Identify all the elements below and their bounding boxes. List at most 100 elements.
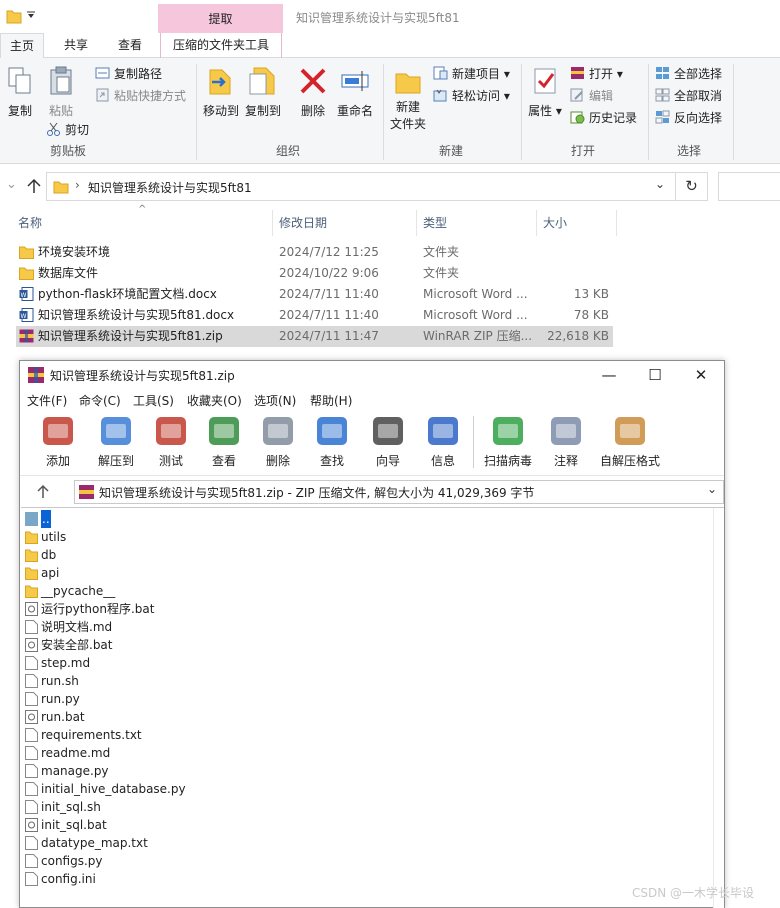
add-archive-icon xyxy=(43,417,73,445)
paste-shortcut-button[interactable]: 粘贴快捷方式 xyxy=(95,87,186,104)
tab-home[interactable]: 主页 xyxy=(0,33,44,59)
column-header-date[interactable]: 修改日期 xyxy=(279,212,327,236)
breadcrumb-separator-icon: › xyxy=(75,178,80,192)
winrar-file-list: .. utils db api __pycache__ 运行python程序.bat 说明文… xyxy=(21,507,724,908)
tab-share[interactable]: 共享 xyxy=(52,33,100,58)
toolbar-button-virus-scan[interactable]: 扫描病毒 xyxy=(481,414,535,469)
file-icon xyxy=(25,674,38,688)
file-row[interactable]: 数据库文件 2024/10/22 9:06 文件夹 xyxy=(16,263,613,284)
wizard-wand-icon xyxy=(373,417,403,445)
select-none-button[interactable]: 全部取消 xyxy=(655,87,722,104)
tab-compressed-folder-tools[interactable]: 压缩的文件夹工具 xyxy=(160,33,282,58)
history-button[interactable]: 历史记录 xyxy=(570,109,637,126)
new-item-button[interactable]: 新建项目 ▾ xyxy=(433,65,510,82)
address-bar[interactable]: › 知识管理系统设计与实现5ft81 ⌄ xyxy=(46,172,676,201)
cut-button[interactable]: 剪切 xyxy=(46,121,89,138)
properties-button[interactable]: 属性 ▾ xyxy=(528,66,562,119)
svg-text:W: W xyxy=(21,313,27,320)
toolbar-button-add-archive[interactable]: 添加 xyxy=(38,414,78,469)
tab-view[interactable]: 查看 xyxy=(106,33,154,58)
toolbar-button-extract-to[interactable]: 解压到 xyxy=(94,414,138,469)
divider[interactable] xyxy=(616,210,617,236)
file-date: 2024/7/11 11:47 xyxy=(279,329,379,343)
copy-to-button[interactable]: 复制到 xyxy=(244,66,282,119)
divider[interactable] xyxy=(536,210,537,236)
menu-commands[interactable]: 命令(C) xyxy=(79,392,121,409)
file-row[interactable]: 环境安装环境 2024/7/12 11:25 文件夹 xyxy=(16,242,613,263)
paste-button[interactable]: 粘贴 xyxy=(44,66,78,119)
divider[interactable] xyxy=(272,210,273,236)
column-header-type[interactable]: 类型 xyxy=(423,212,447,236)
breadcrumb[interactable]: 知识管理系统设计与实现5ft81 xyxy=(88,179,252,196)
up-arrow-icon[interactable] xyxy=(26,178,42,194)
delete-button[interactable]: 删除 xyxy=(296,66,330,119)
invert-selection-button[interactable]: 反向选择 xyxy=(655,109,722,126)
select-all-button[interactable]: 全部选择 xyxy=(655,65,722,82)
file-icon xyxy=(25,872,38,886)
column-header-size[interactable]: 大小 xyxy=(543,212,567,236)
toolbar-button-trash[interactable]: 删除 xyxy=(260,414,296,469)
menu-tools[interactable]: 工具(S) xyxy=(133,392,174,409)
close-icon[interactable]: ✕ xyxy=(690,365,712,385)
chevron-down-icon[interactable]: ⌄ xyxy=(6,177,17,192)
column-header-name[interactable]: 名称 xyxy=(18,212,42,236)
copy-path-button[interactable]: 复制路径 xyxy=(95,65,162,82)
edit-icon xyxy=(570,88,583,102)
chevron-down-icon[interactable]: ⌄ xyxy=(655,177,665,191)
file-type: Microsoft Word ... xyxy=(423,308,528,322)
properties-check-icon xyxy=(534,68,556,94)
ribbon-tabs: 主页 共享 查看 压缩的文件夹工具 xyxy=(0,33,780,59)
toolbar-button-wizard-wand[interactable]: 向导 xyxy=(370,414,406,469)
menu-help[interactable]: 帮助(H) xyxy=(310,392,352,409)
delete-x-icon xyxy=(300,68,326,94)
entry-name: 运行python程序.bat xyxy=(41,602,155,616)
rename-button[interactable]: 重命名 xyxy=(334,66,376,119)
search-input[interactable] xyxy=(718,172,780,201)
file-type: Microsoft Word ... xyxy=(423,287,528,301)
quick-access-toolbar[interactable] xyxy=(6,8,36,24)
menu-file[interactable]: 文件(F) xyxy=(27,392,67,409)
edit-button[interactable]: 编辑 xyxy=(570,87,613,104)
copy-button[interactable]: 复制 xyxy=(4,66,36,119)
folder-icon xyxy=(6,10,35,24)
file-type: WinRAR ZIP 压缩... xyxy=(423,329,533,343)
group-label-select: 选择 xyxy=(677,144,702,158)
comment-icon xyxy=(551,417,581,445)
divider[interactable] xyxy=(416,210,417,236)
toolbar-button-find-magnifier[interactable]: 查找 xyxy=(314,414,350,469)
file-row[interactable]: W 知识管理系统设计与实现5ft81.docx 2024/7/11 11:40 Mic… xyxy=(16,305,613,326)
divider xyxy=(196,64,197,160)
toolbar-button-view-book[interactable]: 查看 xyxy=(202,414,246,469)
toolbar-button-sfx-box[interactable]: 自解压格式 xyxy=(598,414,662,469)
toolbar-button-info[interactable]: 信息 xyxy=(425,414,461,469)
new-folder-button[interactable]: 新建 文件夹 xyxy=(388,66,428,132)
file-row[interactable]: 知识管理系统设计与实现5ft81.zip 2024/7/11 11:47 WinRA… xyxy=(16,326,613,347)
winrar-toolbar: 添加 解压到 测试 查看 删除 查找 向导 信息 扫描病毒 注释 自解压格式 xyxy=(20,410,724,476)
group-label-organize: 组织 xyxy=(276,144,301,158)
file-type: 文件夹 xyxy=(423,266,460,280)
easy-access-button[interactable]: 轻松访问 ▾ xyxy=(433,87,510,104)
open-button[interactable]: 打开 ▾ xyxy=(570,65,623,82)
context-tab-extract[interactable]: 提取 xyxy=(158,4,283,33)
winrar-path-box[interactable]: 知识管理系统设计与实现5ft81.zip - ZIP 压缩文件, 解包大小为 4… xyxy=(74,480,724,504)
toolbar-button-test[interactable]: 测试 xyxy=(151,414,191,469)
file-row[interactable]: Wpython-flask环境配置文档.docx 2024/7/11 11:40 M… xyxy=(16,284,613,305)
folder-icon xyxy=(19,267,34,280)
chevron-down-icon[interactable]: ⌄ xyxy=(707,482,717,496)
menu-favorites[interactable]: 收藏夹(O) xyxy=(187,392,242,409)
minimize-icon[interactable]: — xyxy=(598,365,620,385)
winrar-archive-path: 知识管理系统设计与实现5ft81.zip - ZIP 压缩文件, 解包大小为 4… xyxy=(99,486,535,500)
scrollbar[interactable] xyxy=(713,508,724,908)
sort-ascending-icon: ^ xyxy=(138,204,147,215)
copy-to-icon xyxy=(249,67,275,95)
rename-icon xyxy=(341,71,369,91)
move-to-button[interactable]: 移动到 xyxy=(202,66,240,119)
menu-options[interactable]: 选项(N) xyxy=(254,392,296,409)
group-label-new: 新建 xyxy=(439,144,464,158)
toolbar-button-comment[interactable]: 注释 xyxy=(546,414,586,469)
up-arrow-icon[interactable] xyxy=(36,484,50,500)
folder-icon xyxy=(25,531,38,544)
refresh-button[interactable]: ↻ xyxy=(676,172,708,201)
maximize-icon[interactable]: ☐ xyxy=(644,365,666,385)
file-icon xyxy=(25,764,38,778)
